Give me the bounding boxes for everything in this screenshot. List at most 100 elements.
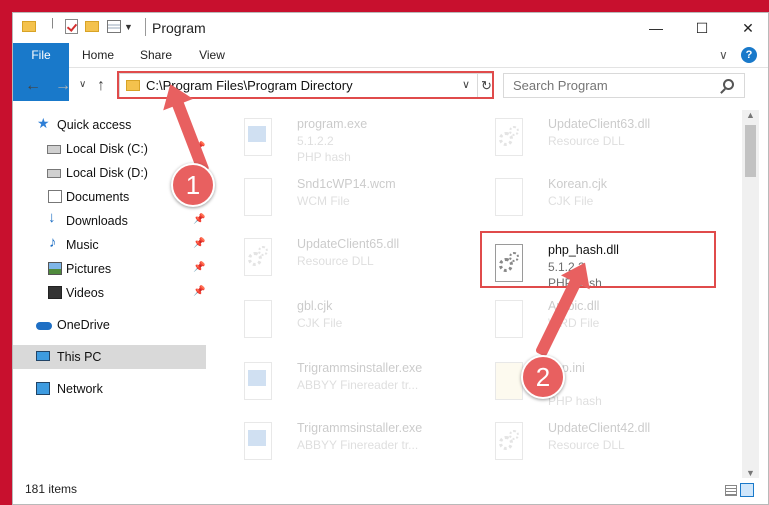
pin-icon[interactable]: 📌 xyxy=(193,262,205,273)
sidebar-item-videos[interactable]: Videos 📌 xyxy=(13,281,206,305)
file-item-gbl-cjk[interactable]: gbl.cjk CJK File xyxy=(220,292,470,350)
file-type: CJK File xyxy=(297,316,343,330)
recent-locations-button[interactable]: ∨ xyxy=(79,79,86,90)
file-name: Korean.cjk xyxy=(548,177,608,191)
file-item-trigramms-1[interactable]: Trigrammsinstaller.exe ABBYY Finereader … xyxy=(220,354,470,412)
documents-icon xyxy=(48,190,62,203)
pin-icon[interactable]: 📌 xyxy=(193,238,205,249)
file-name: program.exe xyxy=(297,117,368,131)
file-item-korean-cjk[interactable]: Korean.cjk CJK File xyxy=(471,170,721,228)
new-folder-icon[interactable] xyxy=(85,21,99,32)
drive-icon xyxy=(47,145,61,154)
sidebar-item-label: Quick access xyxy=(57,118,132,132)
tab-home[interactable]: Home xyxy=(73,43,123,68)
file-icon xyxy=(491,178,527,218)
pipe-icon: | xyxy=(51,17,54,29)
search-box[interactable] xyxy=(503,73,745,98)
file-type: PHP hash xyxy=(297,150,351,164)
dll-icon xyxy=(240,238,276,278)
callout-badge-2: 2 xyxy=(521,355,565,399)
file-type: WCM File xyxy=(297,194,350,208)
exe-icon xyxy=(240,118,276,158)
divider xyxy=(145,18,146,36)
file-type: CJK File xyxy=(548,194,594,208)
sidebar-item-this-pc[interactable]: This PC xyxy=(13,345,206,369)
exe-icon xyxy=(240,362,276,402)
title-bar: | ▼ Program — ☐ ✕ xyxy=(13,13,768,43)
file-item-php-ini[interactable]: php.ini PHP hash xyxy=(471,354,721,412)
search-icon[interactable] xyxy=(723,79,734,90)
sidebar-item-label: Network xyxy=(57,382,103,396)
file-type: Resource DLL xyxy=(548,134,625,148)
file-name: gbl.cjk xyxy=(297,299,333,313)
customize-quick-access-icon[interactable] xyxy=(107,20,121,33)
sidebar-item-onedrive[interactable]: OneDrive xyxy=(13,313,206,337)
dll-icon xyxy=(491,422,527,462)
explorer-window: | ▼ Program — ☐ ✕ File Home Share View ∨… xyxy=(12,12,769,505)
tab-share[interactable]: Share xyxy=(129,43,183,68)
vertical-scrollbar[interactable]: ▲ ▼ xyxy=(742,110,759,478)
pin-icon[interactable]: 📌 xyxy=(193,286,205,297)
details-view-icon[interactable] xyxy=(725,485,737,496)
large-icons-view-icon[interactable] xyxy=(740,483,754,497)
file-name: Trigrammsinstaller.exe xyxy=(297,421,423,435)
exe-icon xyxy=(240,422,276,462)
sidebar-item-label: Videos xyxy=(66,286,104,300)
sidebar-item-network[interactable]: Network xyxy=(13,377,206,401)
dll-icon xyxy=(491,118,527,158)
close-button[interactable]: ✕ xyxy=(725,13,768,43)
file-name: Snd1cWP14.wcm xyxy=(297,177,396,191)
file-description: PHP hash xyxy=(548,394,602,408)
download-icon: ↓ xyxy=(48,209,56,226)
pictures-icon xyxy=(48,262,62,275)
callout-badge-1: 1 xyxy=(171,163,215,207)
file-item-trigramms-2[interactable]: Trigrammsinstaller.exe ABBYY Finereader … xyxy=(220,414,470,472)
scroll-up-icon[interactable]: ▲ xyxy=(746,110,755,120)
status-bar: 181 items xyxy=(13,478,768,504)
scroll-thumb[interactable] xyxy=(745,125,756,177)
chevron-down-icon[interactable]: ▼ xyxy=(124,22,133,32)
file-list: program.exe 5.1.2.2 PHP hash UpdateClien… xyxy=(220,110,742,478)
properties-check-icon[interactable] xyxy=(65,19,78,34)
sidebar-item-label: OneDrive xyxy=(57,318,110,332)
file-name: UpdateClient63.dll xyxy=(548,117,651,131)
sidebar-item-local-disk-c[interactable]: Local Disk (C:) 📌 xyxy=(13,137,206,161)
tab-view[interactable]: View xyxy=(189,43,235,68)
file-description: ABBYY Finereader tr... xyxy=(297,438,419,452)
ribbon-collapse-icon[interactable]: ∨ xyxy=(719,48,728,62)
back-button[interactable]: ← xyxy=(25,77,41,95)
file-description: ABBYY Finereader tr... xyxy=(297,378,419,392)
ribbon-tabs: File Home Share View ∨ ? xyxy=(13,43,768,101)
file-name: UpdateClient42.dll xyxy=(548,421,651,435)
help-icon[interactable]: ? xyxy=(741,47,757,63)
sidebar-item-downloads[interactable]: ↓ Downloads 📌 xyxy=(13,209,206,233)
maximize-button[interactable]: ☐ xyxy=(679,13,725,43)
file-item-snd1cwp14[interactable]: Snd1cWP14.wcm WCM File xyxy=(220,170,470,228)
forward-button[interactable]: → xyxy=(55,77,71,95)
file-item-arabic[interactable]: Arabic.dll WRD File xyxy=(471,292,721,350)
sidebar-item-label: Pictures xyxy=(66,262,112,276)
file-name: UpdateClient65.dll xyxy=(297,237,400,251)
sidebar-item-pictures[interactable]: Pictures 📌 xyxy=(13,257,206,281)
star-icon: ★ xyxy=(37,115,50,131)
scroll-down-icon[interactable]: ▼ xyxy=(746,468,755,478)
search-input[interactable] xyxy=(504,74,716,97)
file-item-updateclient63[interactable]: UpdateClient63.dll Resource DLL xyxy=(471,110,721,168)
file-icon xyxy=(491,300,527,340)
item-count: 181 items xyxy=(25,482,78,496)
pin-icon[interactable]: 📌 xyxy=(193,214,205,225)
file-icon xyxy=(240,178,276,218)
file-item-updateclient65[interactable]: UpdateClient65.dll Resource DLL xyxy=(220,230,470,288)
file-version: 5.1.2.2 xyxy=(297,134,334,148)
window-title: Program xyxy=(152,20,206,36)
music-icon: ♪ xyxy=(49,234,57,251)
sidebar-item-label: This PC xyxy=(57,350,102,364)
sidebar-item-music[interactable]: ♪ Music 📌 xyxy=(13,233,206,257)
this-pc-icon xyxy=(36,351,50,361)
up-button[interactable]: ↑ xyxy=(97,77,105,95)
file-item-updateclient42[interactable]: UpdateClient42.dll Resource DLL xyxy=(471,414,721,472)
file-type: Resource DLL xyxy=(548,438,625,452)
file-highlight-box xyxy=(480,231,716,288)
file-item-program-exe[interactable]: program.exe 5.1.2.2 PHP hash xyxy=(220,110,470,168)
minimize-button[interactable]: — xyxy=(633,13,679,43)
